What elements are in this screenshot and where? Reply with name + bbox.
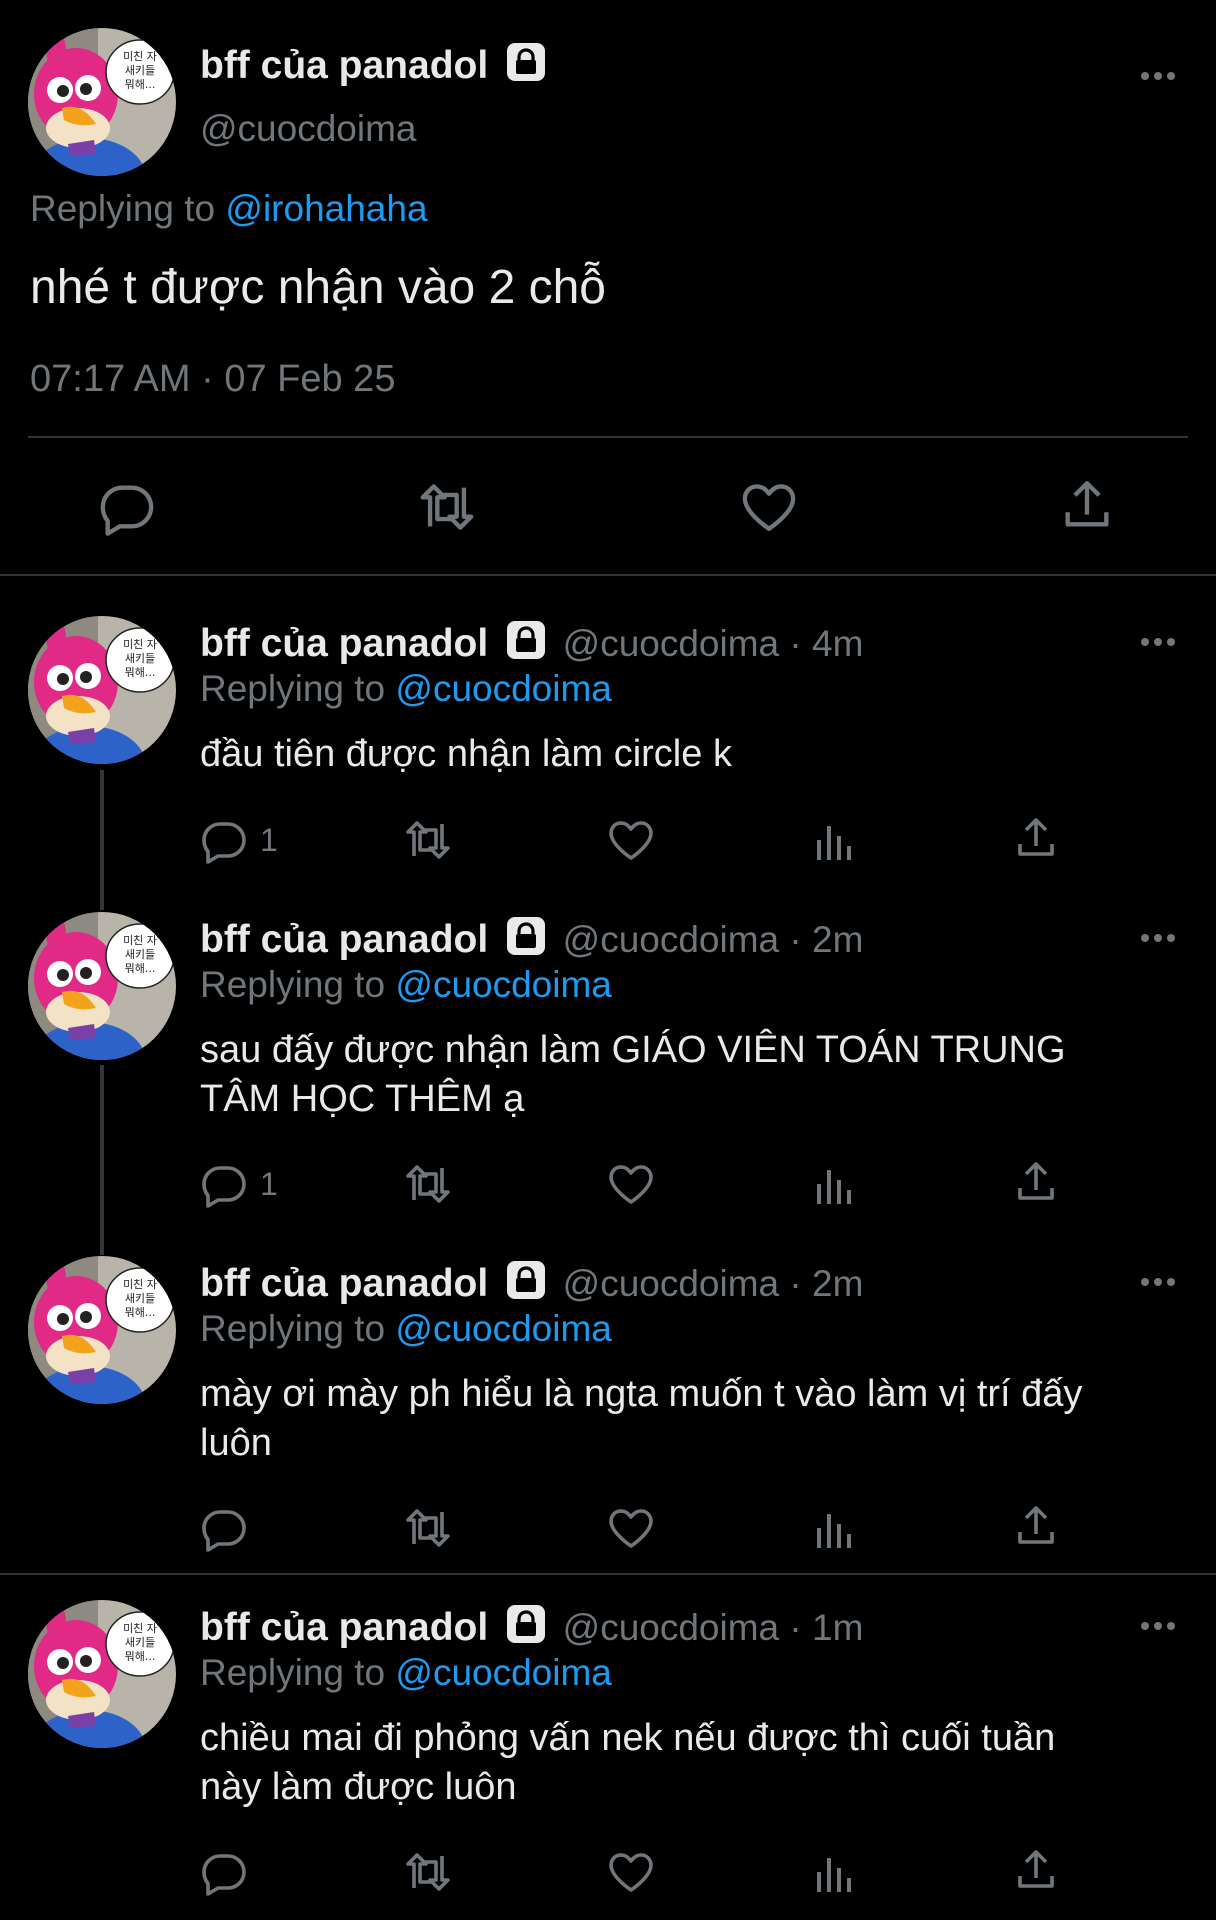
author-line: bff của panadol @cuocdoima · 2m	[200, 1260, 863, 1306]
avatar[interactable]	[28, 1256, 176, 1404]
reply-count: 1	[260, 821, 278, 858]
tweet-text: sau đấy được nhận làm GIÁO VIÊN TOÁN TRU…	[200, 1026, 1066, 1124]
views-icon[interactable]	[811, 1850, 859, 1898]
tweet-text-line: chiều mai đi phỏng vấn nek nếu được thì …	[200, 1717, 1056, 1759]
retweet-icon[interactable]	[402, 816, 454, 864]
lock-icon	[506, 1604, 546, 1644]
replying-to: Replying to @irohahaha	[30, 188, 428, 230]
views-icon[interactable]	[811, 1506, 859, 1554]
replying-to: Replying to @cuocdoima	[200, 964, 612, 1006]
divider	[28, 436, 1188, 438]
replying-prefix: Replying to	[200, 668, 386, 709]
retweet-icon[interactable]	[416, 478, 478, 536]
handle-time: @cuocdoima · 4m	[562, 623, 864, 664]
like-icon[interactable]	[740, 478, 798, 536]
section-divider	[0, 574, 1216, 576]
author-line: bff của panadol @cuocdoima · 2m	[200, 916, 863, 962]
author-line: bff của panadol @cuocdoima · 1m	[200, 1604, 863, 1650]
reply-icon[interactable]	[200, 1504, 248, 1552]
more-icon[interactable]	[1138, 66, 1178, 86]
lock-icon	[506, 42, 546, 82]
tweet-text: chiều mai đi phỏng vấn nek nếu được thì …	[200, 1714, 1055, 1812]
reply-icon[interactable]	[200, 1160, 248, 1208]
avatar[interactable]	[28, 28, 176, 176]
more-icon[interactable]	[1138, 632, 1178, 652]
tweet-text: nhé t được nhận vào 2 chỗ	[30, 261, 606, 314]
like-icon[interactable]	[607, 1160, 655, 1208]
avatar[interactable]	[28, 912, 176, 1060]
like-icon[interactable]	[607, 1848, 655, 1896]
lock-icon	[506, 620, 546, 660]
handle-time: @cuocdoima · 1m	[562, 1607, 864, 1648]
tweet-text: mày ơi mày ph hiểu là ngta muốn t vào là…	[200, 1370, 1082, 1468]
more-icon[interactable]	[1138, 1272, 1178, 1292]
replying-to-link[interactable]: @cuocdoima	[395, 668, 612, 709]
reply-action[interactable]: 1	[200, 1160, 278, 1208]
reply-icon[interactable]	[98, 478, 156, 536]
replying-to: Replying to @cuocdoima	[200, 1652, 612, 1694]
thread-line	[100, 770, 104, 910]
replying-prefix: Replying to	[200, 964, 386, 1005]
replying-to: Replying to @cuocdoima	[200, 668, 612, 710]
reply-icon[interactable]	[200, 1848, 248, 1896]
replying-to-link[interactable]: @irohahaha	[225, 188, 427, 229]
share-icon[interactable]	[1012, 1502, 1060, 1550]
share-icon[interactable]	[1012, 1158, 1060, 1206]
reply-count: 1	[260, 1165, 278, 1202]
retweet-icon[interactable]	[402, 1160, 454, 1208]
more-icon[interactable]	[1138, 928, 1178, 948]
share-icon[interactable]	[1058, 476, 1116, 534]
display-name[interactable]: bff của panadol	[200, 918, 488, 961]
tweet-text-line: mày ơi mày ph hiểu là ngta muốn t vào là…	[200, 1373, 1083, 1415]
section-divider	[0, 1573, 1216, 1575]
more-icon[interactable]	[1138, 1616, 1178, 1636]
retweet-icon[interactable]	[402, 1848, 454, 1896]
display-name[interactable]: bff của panadol	[200, 622, 488, 665]
retweet-icon[interactable]	[402, 1504, 454, 1552]
reply-action[interactable]: 1	[200, 816, 278, 864]
replying-to-link[interactable]: @cuocdoima	[395, 1308, 612, 1349]
author-line: bff của panadol @cuocdoima · 4m	[200, 620, 863, 666]
thread-line	[100, 1065, 104, 1255]
avatar[interactable]	[28, 616, 176, 764]
replying-prefix: Replying to	[30, 188, 216, 229]
tweet-text-line: sau đấy được nhận làm GIÁO VIÊN TOÁN TRU…	[200, 1029, 1066, 1071]
display-name[interactable]: bff của panadol	[200, 1262, 488, 1305]
tweet-text: đầu tiên được nhận làm circle k	[200, 733, 732, 775]
tweet-text-line: này làm được luôn	[200, 1766, 517, 1808]
lock-icon	[506, 1260, 546, 1300]
share-icon[interactable]	[1012, 814, 1060, 862]
reply-icon[interactable]	[200, 816, 248, 864]
timestamp: 07:17 AM · 07 Feb 25	[30, 358, 396, 400]
handle[interactable]: @cuocdoima	[200, 108, 417, 150]
replying-to-link[interactable]: @cuocdoima	[395, 1652, 612, 1693]
handle-time: @cuocdoima · 2m	[562, 1263, 864, 1304]
display-name[interactable]: bff của panadol	[200, 44, 488, 87]
replying-to: Replying to @cuocdoima	[200, 1308, 612, 1350]
like-icon[interactable]	[607, 816, 655, 864]
views-icon[interactable]	[811, 1162, 859, 1210]
views-icon[interactable]	[811, 818, 859, 866]
display-name[interactable]: bff của panadol	[200, 1606, 488, 1649]
replying-to-link[interactable]: @cuocdoima	[395, 964, 612, 1005]
replying-prefix: Replying to	[200, 1308, 386, 1349]
tweet-text-line: luôn	[200, 1422, 272, 1464]
handle-time: @cuocdoima · 2m	[562, 919, 864, 960]
lock-icon	[506, 916, 546, 956]
tweet-text-line: TÂM HỌC THÊM ạ	[200, 1078, 525, 1120]
author-line: bff của panadol	[200, 42, 546, 88]
like-icon[interactable]	[607, 1504, 655, 1552]
replying-prefix: Replying to	[200, 1652, 386, 1693]
avatar[interactable]	[28, 1600, 176, 1748]
share-icon[interactable]	[1012, 1846, 1060, 1894]
